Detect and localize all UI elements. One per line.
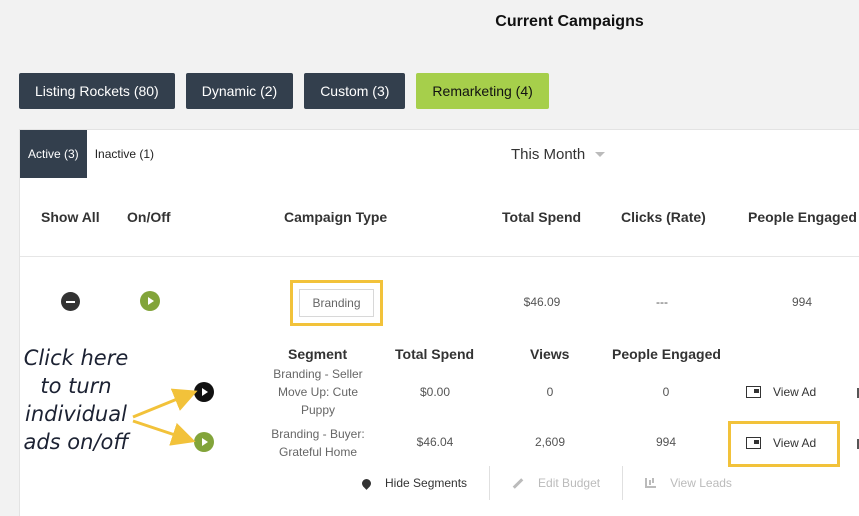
ad-preview-icon	[746, 386, 761, 398]
collapse-icon[interactable]	[61, 292, 80, 311]
segment-header-views: Views	[530, 346, 570, 362]
segment-header-segment: Segment	[288, 346, 348, 362]
segment-1-people-engaged: 0	[662, 385, 670, 399]
segment-2-total-spend: $46.04	[416, 435, 454, 449]
header-people-engaged: People Engaged	[748, 209, 857, 225]
campaign-tabs: Listing Rockets (80) Dynamic (2) Custom …	[19, 73, 560, 109]
campaign-total-spend: $46.09	[523, 295, 561, 309]
segment-header-people-engaged: People Engaged	[612, 346, 721, 362]
segment-1-views: 0	[546, 385, 554, 399]
segment-2-toggle-play-icon[interactable]	[194, 432, 214, 452]
campaign-type-highlight: Branding	[290, 280, 383, 326]
segment-actions: Hide Segments Edit Budget View Leads	[340, 466, 754, 500]
annotation-text: Click here to turn individual ads on/off	[23, 346, 129, 454]
segment-1-toggle-play-icon[interactable]	[194, 382, 214, 402]
segment-2-views: 2,609	[534, 435, 566, 449]
header-total-spend: Total Spend	[502, 209, 582, 225]
segment-1-view-ad-link[interactable]: View Ad	[746, 385, 816, 399]
status-tabs: Active (3) Inactive (1)	[20, 130, 162, 178]
campaign-toggle-play-icon[interactable]	[140, 291, 160, 311]
period-selected: This Month	[511, 146, 586, 163]
tab-inactive[interactable]: Inactive (1)	[87, 130, 162, 178]
tab-remarketing[interactable]: Remarketing (4)	[416, 73, 549, 109]
campaigns-panel: Active (3) Inactive (1) This Month Show …	[19, 129, 859, 516]
page-title: Current Campaigns	[495, 13, 644, 30]
map-pin-icon	[360, 476, 373, 490]
chevron-down-icon	[595, 152, 606, 157]
segment-1-name: Branding - Seller Move Up: Cute Puppy	[273, 367, 363, 417]
ad-preview-icon	[746, 437, 761, 449]
view-leads-button[interactable]: View Leads	[623, 466, 754, 500]
tab-custom[interactable]: Custom (3)	[304, 73, 406, 109]
segment-header-total-spend: Total Spend	[395, 346, 475, 362]
bar-chart-icon	[645, 478, 657, 488]
tab-dynamic[interactable]: Dynamic (2)	[185, 73, 294, 109]
divider	[20, 256, 859, 257]
header-show-all[interactable]: Show All	[41, 209, 100, 225]
tab-listing-rockets[interactable]: Listing Rockets (80)	[19, 73, 175, 109]
campaign-people-engaged: 994	[791, 295, 813, 309]
segment-2-view-ad-link[interactable]: View Ad	[746, 436, 816, 450]
campaign-type-badge: Branding	[299, 289, 374, 317]
tab-active[interactable]: Active (3)	[20, 130, 87, 178]
segment-2-people-engaged: 994	[655, 435, 677, 449]
edit-budget-button[interactable]: Edit Budget	[490, 466, 622, 500]
campaign-clicks-rate: ---	[656, 295, 668, 309]
header-on-off: On/Off	[127, 209, 171, 225]
period-dropdown[interactable]: This Month	[511, 146, 606, 163]
pencil-icon	[512, 477, 524, 489]
hide-segments-button[interactable]: Hide Segments	[340, 466, 489, 500]
header-campaign-type: Campaign Type	[284, 209, 388, 225]
segment-1-total-spend: $0.00	[419, 385, 451, 399]
segment-2-name: Branding - Buyer: Grateful Home	[271, 427, 365, 459]
header-clicks-rate: Clicks (Rate)	[621, 209, 706, 225]
